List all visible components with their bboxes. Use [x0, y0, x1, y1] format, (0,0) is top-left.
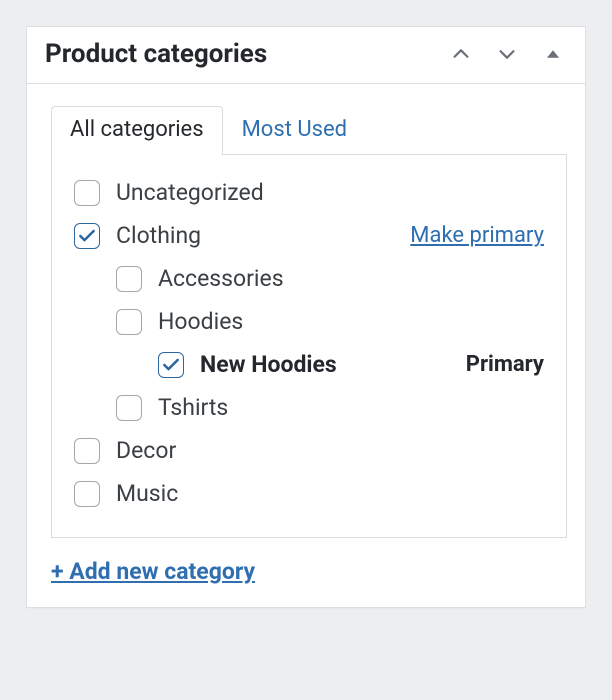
category-row-decor: Decor: [74, 429, 544, 472]
category-row-music: Music: [74, 472, 544, 515]
move-down-button[interactable]: [493, 40, 521, 68]
panel-body: All categories Most Used Uncategorized Cl…: [27, 84, 585, 607]
category-label: Accessories: [158, 265, 544, 292]
category-label: Clothing: [116, 222, 410, 249]
tab-most-used[interactable]: Most Used: [223, 106, 366, 155]
category-label: Music: [116, 480, 544, 507]
category-checkbox-tshirts[interactable]: [116, 395, 142, 421]
category-checkbox-hoodies[interactable]: [116, 309, 142, 335]
collapse-toggle-button[interactable]: [539, 40, 567, 68]
category-checklist: Uncategorized ClothingMake primary Accesso…: [51, 154, 567, 538]
category-row-hoodies: Hoodies: [116, 300, 544, 343]
panel-header-actions: [447, 40, 575, 68]
tab-all-categories[interactable]: All categories: [51, 106, 223, 155]
category-row-tshirts: Tshirts: [116, 386, 544, 429]
category-row-accessories: Accessories: [116, 257, 544, 300]
chevron-down-icon: [496, 43, 518, 65]
category-checkbox-new-hoodies[interactable]: [158, 352, 184, 378]
category-row-new-hoodies: New HoodiesPrimary: [158, 343, 544, 386]
category-checkbox-decor[interactable]: [74, 438, 100, 464]
category-checkbox-clothing[interactable]: [74, 223, 100, 249]
panel-header: Product categories: [27, 27, 585, 84]
primary-badge: Primary: [466, 352, 544, 377]
category-label: Tshirts: [158, 394, 544, 421]
category-label: Uncategorized: [116, 179, 544, 206]
category-checkbox-music[interactable]: [74, 481, 100, 507]
caret-up-icon: [544, 45, 562, 63]
category-row-uncategorized: Uncategorized: [74, 171, 544, 214]
category-tabs: All categories Most Used Uncategorized Cl…: [51, 106, 567, 538]
product-categories-panel: Product categories All categories: [26, 26, 586, 608]
make-primary-link[interactable]: Make primary: [410, 223, 544, 248]
category-label: New Hoodies: [200, 351, 466, 378]
move-up-button[interactable]: [447, 40, 475, 68]
category-checkbox-accessories[interactable]: [116, 266, 142, 292]
category-label: Decor: [116, 437, 544, 464]
chevron-up-icon: [450, 43, 472, 65]
category-label: Hoodies: [158, 308, 544, 335]
panel-title: Product categories: [45, 39, 267, 69]
category-checkbox-uncategorized[interactable]: [74, 180, 100, 206]
category-row-clothing: ClothingMake primary: [74, 214, 544, 257]
add-new-category-link[interactable]: + Add new category: [51, 558, 255, 585]
